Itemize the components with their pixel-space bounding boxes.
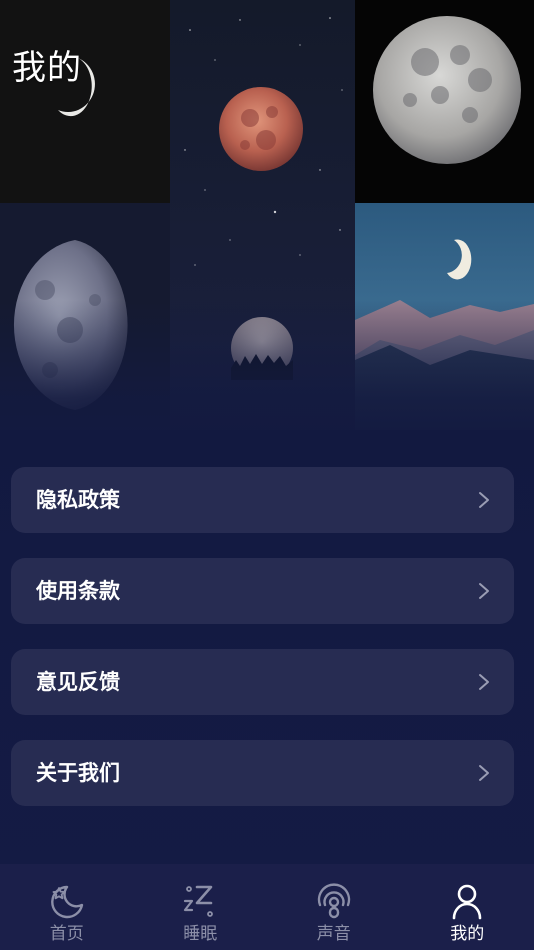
tab-profile[interactable]: 我的 — [401, 864, 534, 950]
menu-item-label: 隐私政策 — [36, 488, 120, 512]
tab-home[interactable]: 首页 — [0, 864, 134, 950]
chevron-right-icon — [479, 765, 489, 781]
settings-menu: 隐私政策 使用条款 意见反馈 关于我们 — [11, 467, 514, 831]
menu-item-terms-of-use[interactable]: 使用条款 — [11, 558, 514, 624]
tab-label: 声音 — [316, 924, 351, 944]
menu-item-about-us[interactable]: 关于我们 — [11, 740, 514, 806]
person-icon — [452, 884, 482, 920]
menu-item-label: 关于我们 — [36, 761, 120, 785]
tab-sound[interactable]: 声音 — [267, 864, 401, 950]
moon-star-icon — [50, 885, 83, 919]
tab-label: 睡眠 — [183, 924, 218, 944]
tab-label: 首页 — [49, 924, 84, 944]
menu-item-label: 意见反馈 — [36, 670, 120, 694]
podcast-icon — [317, 883, 350, 919]
profile-screen: 我的 隐私政策 使用条款 意见反馈 关于我们 首页 睡眠 声音 我的 — [0, 0, 534, 950]
sleep-zz-icon — [184, 885, 214, 917]
menu-item-label: 使用条款 — [36, 579, 120, 603]
menu-item-feedback[interactable]: 意见反馈 — [11, 649, 514, 715]
moon-collage-banner: 我的 — [0, 0, 534, 430]
chevron-right-icon — [479, 583, 489, 599]
tab-sleep[interactable]: 睡眠 — [134, 864, 268, 950]
chevron-right-icon — [479, 492, 489, 508]
banner-fade-overlay — [0, 300, 534, 430]
page-title: 我的 — [12, 48, 82, 88]
tab-label: 我的 — [450, 924, 485, 944]
chevron-right-icon — [479, 674, 489, 690]
menu-item-privacy-policy[interactable]: 隐私政策 — [11, 467, 514, 533]
bottom-tab-bar: 首页 睡眠 声音 我的 — [0, 864, 534, 950]
